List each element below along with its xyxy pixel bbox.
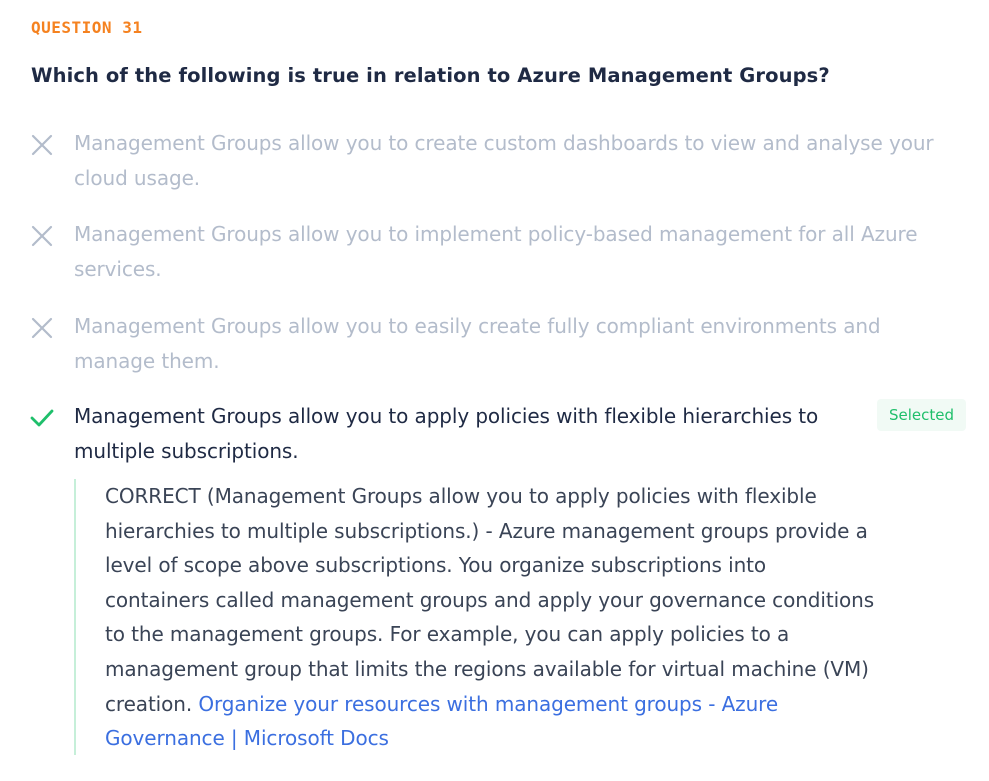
answer-option-text: Management Groups allow you to implement… <box>74 222 918 281</box>
x-icon <box>31 317 53 339</box>
answer-option-text: Management Groups allow you to create cu… <box>74 131 934 190</box>
answer-option-text: Management Groups allow you to apply pol… <box>74 404 819 463</box>
docs-link[interactable]: Organize your resources with management … <box>105 692 778 751</box>
explanation-text: CORRECT (Management Groups allow you to … <box>105 479 875 756</box>
x-icon <box>31 134 53 156</box>
x-icon <box>31 225 53 247</box>
answer-explanation: CORRECT (Management Groups allow you to … <box>74 479 876 755</box>
quiz-review-page: QUESTION 31 Which of the following is tr… <box>0 0 989 781</box>
question-number: QUESTION 31 <box>31 18 143 37</box>
explanation-body: CORRECT (Management Groups allow you to … <box>105 484 875 716</box>
selected-badge: Selected <box>877 399 966 431</box>
question-title: Which of the following is true in relati… <box>31 64 830 87</box>
check-icon <box>30 409 54 427</box>
answer-option-text: Management Groups allow you to easily cr… <box>74 314 881 373</box>
